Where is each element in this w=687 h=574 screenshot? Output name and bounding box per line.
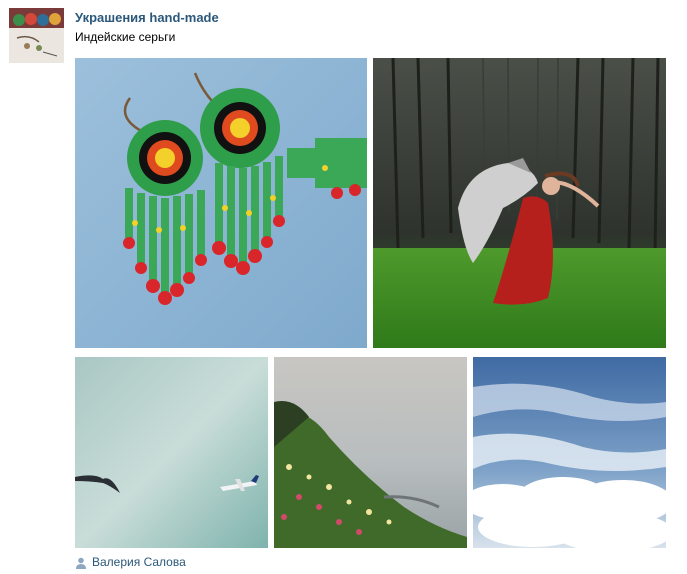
group-avatar[interactable] <box>9 8 64 63</box>
post-text: Индейские серьги <box>75 30 176 44</box>
birds-plane-image <box>75 357 268 548</box>
author-name: Валерия Салова <box>92 555 186 569</box>
earrings-image <box>75 58 367 348</box>
photo-beaded-earrings[interactable] <box>75 58 367 348</box>
user-icon <box>75 556 87 569</box>
group-name-link[interactable]: Украшения hand-made <box>75 10 219 25</box>
photo-coast-flowers[interactable] <box>274 357 467 548</box>
photo-birds-and-plane[interactable] <box>75 357 268 548</box>
photo-wolf-and-woman[interactable] <box>373 58 666 348</box>
avatar-image <box>9 8 64 63</box>
coast-flowers-image <box>274 357 467 548</box>
photo-clouds[interactable] <box>473 357 666 548</box>
wolf-woman-image <box>373 58 666 348</box>
wall-post: Украшения hand-made Индейские серьги Вал… <box>0 0 687 574</box>
clouds-image <box>473 357 666 548</box>
post-author[interactable]: Валерия Салова <box>75 554 186 570</box>
